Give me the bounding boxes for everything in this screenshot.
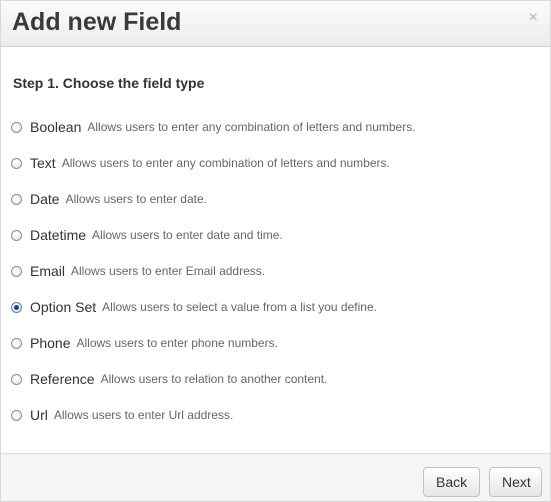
option-description: Allows users to relation to another cont…: [100, 372, 328, 386]
radio-button[interactable]: [11, 193, 22, 205]
add-field-dialog: Add new Field × Step 1. Choose the field…: [0, 0, 551, 502]
option-label: Option Set: [30, 299, 97, 315]
radio-button[interactable]: [11, 229, 22, 241]
option-description: Allows users to enter Url address.: [53, 408, 234, 422]
field-type-option-reference[interactable]: Reference Allows users to relation to an…: [11, 361, 416, 397]
close-icon[interactable]: ×: [529, 10, 538, 26]
option-description: Allows users to enter date.: [65, 192, 207, 206]
option-label: Url: [30, 407, 48, 423]
field-type-option-phone[interactable]: Phone Allows users to enter phone number…: [11, 325, 416, 361]
field-type-option-url[interactable]: Url Allows users to enter Url address.: [11, 397, 416, 433]
option-label: Phone: [30, 335, 71, 351]
field-type-option-date[interactable]: Date Allows users to enter date.: [11, 181, 416, 217]
radio-button[interactable]: [11, 121, 22, 133]
radio-button[interactable]: [11, 265, 22, 277]
dialog-title: Add new Field: [12, 8, 182, 36]
field-type-option-boolean[interactable]: Boolean Allows users to enter any combin…: [11, 109, 416, 145]
back-button[interactable]: Back: [423, 467, 480, 497]
radio-button[interactable]: [11, 157, 22, 169]
radio-button-selected[interactable]: [11, 301, 22, 313]
option-label: Boolean: [30, 119, 82, 135]
field-type-option-option-set[interactable]: Option Set Allows users to select a valu…: [11, 289, 416, 325]
option-label: Datetime: [30, 227, 87, 243]
option-label: Date: [30, 191, 60, 207]
dialog-footer: Back Next: [1, 453, 550, 501]
field-type-option-text[interactable]: Text Allows users to enter any combinati…: [11, 145, 416, 181]
option-label: Email: [30, 263, 66, 279]
dialog-header: Add new Field ×: [1, 1, 550, 47]
option-description: Allows users to enter any combination of…: [61, 156, 390, 170]
option-label: Reference: [30, 371, 95, 387]
radio-button[interactable]: [11, 409, 22, 421]
radio-button[interactable]: [11, 337, 22, 349]
field-type-option-datetime[interactable]: Datetime Allows users to enter date and …: [11, 217, 416, 253]
option-label: Text: [30, 155, 56, 171]
option-description: Allows users to enter any combination of…: [87, 120, 416, 134]
radio-button[interactable]: [11, 373, 22, 385]
option-description: Allows users to enter date and time.: [92, 228, 283, 242]
option-description: Allows users to enter Email address.: [71, 264, 266, 278]
step-title: Step 1. Choose the field type: [13, 75, 205, 91]
field-type-option-email[interactable]: Email Allows users to enter Email addres…: [11, 253, 416, 289]
next-button[interactable]: Next: [489, 467, 542, 497]
option-description: Allows users to enter phone numbers.: [76, 336, 278, 350]
field-type-list: Boolean Allows users to enter any combin…: [11, 109, 416, 433]
option-description: Allows users to select a value from a li…: [102, 300, 377, 314]
